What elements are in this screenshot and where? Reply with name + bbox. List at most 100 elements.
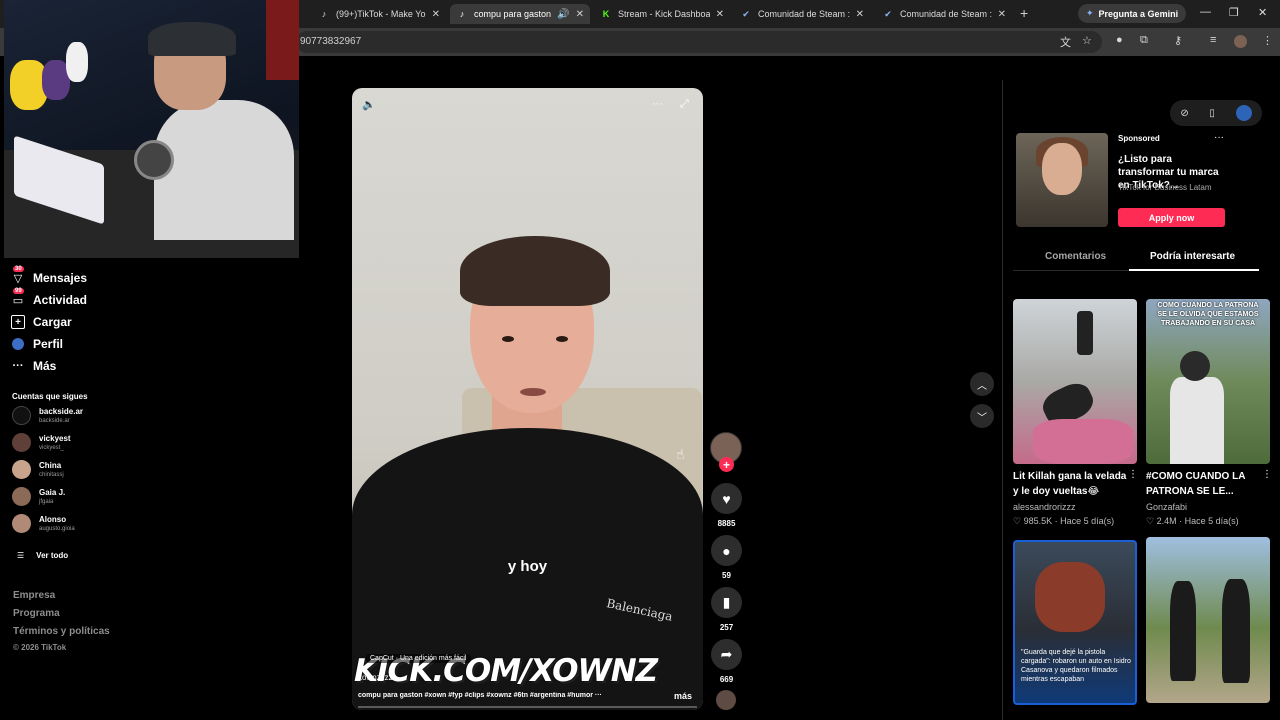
key-icon[interactable]: ⚷ [1174,34,1182,47]
suggested-video-thumbnail[interactable] [1146,537,1270,703]
close-window-icon[interactable]: ✕ [1258,6,1267,19]
nav-label: Mensajes [33,271,88,285]
like-button[interactable]: ♥ [711,483,742,514]
tab-podria-interesarte[interactable]: Podría interesarte [1150,251,1235,262]
star-icon[interactable]: ☆ [1082,34,1092,47]
extension-icon[interactable]: ● [1116,34,1123,46]
video-progress-bar[interactable] [358,706,697,708]
new-tab-button[interactable]: + [1020,5,1028,21]
following-account[interactable]: Gaia J. jfgaia [12,487,65,506]
active-tab-indicator [1129,269,1259,271]
comment-button[interactable]: ● [711,535,742,566]
puzzle-icon[interactable]: ⧉ [1140,34,1148,47]
heart-outline-icon: ♡ [1146,516,1155,526]
account-name: Gaia J. [39,488,66,497]
more-options-icon[interactable]: ··· [652,98,663,110]
nav-cargar[interactable]: + Cargar [11,315,72,329]
video-author[interactable]: xownzzzz [358,673,393,682]
browser-tab[interactable]: ♪ (99+)TikTok - Make Your D ✕ [312,4,446,24]
browser-tab[interactable]: ✔ Comunidad de Steam :: f ✕ [876,4,1012,24]
globe-icon[interactable] [1235,105,1252,121]
close-icon[interactable]: ✕ [998,9,1006,20]
next-video-button[interactable]: ﹀ [970,404,994,428]
nav-label: Actividad [33,293,88,307]
following-account[interactable]: China chinitassj [12,460,64,479]
apply-now-button[interactable]: Apply now [1118,208,1225,227]
suggested-video-author[interactable]: alessandrorizzz [1013,502,1076,512]
chevron-up-icon: ︿ [977,380,987,392]
nav-label: Perfil [33,337,64,351]
browser-tab-active[interactable]: ♪ compu para gaston #x 🔊 ✕ [450,4,590,24]
bookmark-icon: ▮ [722,594,731,610]
more-caption-button[interactable]: más [674,691,692,701]
suggested-video-thumbnail[interactable]: COMO CUANDO LA PATRONA SE LE OLVIDA QUE … [1146,299,1270,464]
menu-icon[interactable]: ⋮ [1262,34,1273,47]
nav-mensajes[interactable]: ▽ 30 Mensajes [11,266,88,285]
maximize-icon[interactable]: ❐ [1229,6,1239,19]
browser-tab[interactable]: ✔ Comunidad de Steam :: ka ✕ [734,4,870,24]
close-icon[interactable]: ✕ [856,9,864,20]
more-icon: ··· [12,360,24,372]
url-field[interactable] [296,31,1102,53]
translate-icon[interactable]: 文 [1060,34,1071,50]
account-handle: augusto.gioia [39,526,75,532]
compass-icon[interactable]: ⊘ [1180,108,1188,119]
save-button[interactable]: ▮ [711,587,742,618]
capcut-label: CapCut · Una edición más fácil [366,654,471,663]
tab-comentarios[interactable]: Comentarios [1045,251,1106,262]
streamer [114,20,294,240]
comment-count: 59 [722,571,731,580]
media-icon[interactable]: ≡ [1210,34,1216,46]
phone-icon[interactable]: ▯ [1209,108,1215,119]
music-disc-icon[interactable] [716,690,736,710]
heart-outline-icon: ♡ [1013,516,1022,526]
suggested-video-title[interactable]: Lit Killah gana la velada y le doy vuelt… [1013,469,1131,499]
footer-link-terminos[interactable]: Términos y políticas [13,626,110,637]
gemini-button[interactable]: ✦ Pregunta a Gemini [1078,4,1187,23]
share-count: 669 [719,675,734,684]
fullscreen-icon[interactable]: ⤢ [680,98,689,111]
ad-options-icon[interactable]: ··· [1214,132,1224,143]
profile-avatar[interactable] [1234,35,1247,48]
suggested-video-stats: ♡ 2.4M · Hace 5 día(s) [1146,516,1239,527]
account-name: vickyest [39,434,71,443]
url-text[interactable]: 90773832967 [300,36,361,47]
close-icon[interactable]: ✕ [576,9,584,20]
follow-plus-button[interactable]: + [719,457,734,472]
heart-icon: ♥ [722,490,731,507]
nav-perfil[interactable]: Perfil [11,337,63,351]
account-handle: backside.ar [39,418,70,424]
suggested-video-title[interactable]: #COMO CUANDO LA PATRONA SE LE... [1146,469,1264,499]
volume-icon[interactable]: 🔈 [362,98,376,111]
following-account[interactable]: Alonso augusto.gioia [12,514,75,533]
suggested-video-author[interactable]: Gonzafabi [1146,502,1187,512]
suggested-video-thumbnail[interactable] [1013,299,1137,464]
ad-thumbnail[interactable] [1016,133,1108,227]
share-button[interactable]: ➦ [711,639,742,670]
video-player[interactable]: Balenciaga 🔈 ··· ⤢ y hoy KICK.COM/XOWNZ … [352,88,703,710]
following-title: Cuentas que sigues [12,392,88,401]
close-icon[interactable]: ✕ [432,9,440,20]
minimize-icon[interactable]: — [1200,6,1211,18]
plush-toy [66,42,88,82]
profile-icon [11,337,25,351]
footer-link-programa[interactable]: Programa [13,608,60,619]
nav-mas[interactable]: ··· Más [11,359,57,373]
likes-count: 2.4M [1156,516,1177,526]
message-icon: ▽ 30 [13,266,24,285]
more-options-icon[interactable]: ⋮ [1262,469,1272,480]
previous-video-button[interactable]: ︿ [970,372,994,396]
suggested-video-thumbnail[interactable]: "Guarda que dejé la pistola cargada": ro… [1013,540,1137,705]
following-account[interactable]: vickyest vickyest_ [12,433,71,452]
nav-actividad[interactable]: ▭ 99 Actividad [11,288,88,307]
copyright: © 2026 TikTok [13,643,67,652]
steam-icon: ✔ [884,8,892,19]
separator: · [1179,516,1183,526]
speaker-icon[interactable]: 🔊 [557,9,569,20]
following-account[interactable]: backside.ar backside.ar [12,406,83,425]
more-options-icon[interactable]: ⋮ [1128,469,1138,480]
footer-link-empresa[interactable]: Empresa [13,590,55,601]
see-all-button[interactable]: ☰ Ver todo [17,551,68,560]
browser-tab[interactable]: K Stream - Kick Dashboard ✕ [594,4,730,24]
close-icon[interactable]: ✕ [716,9,724,20]
